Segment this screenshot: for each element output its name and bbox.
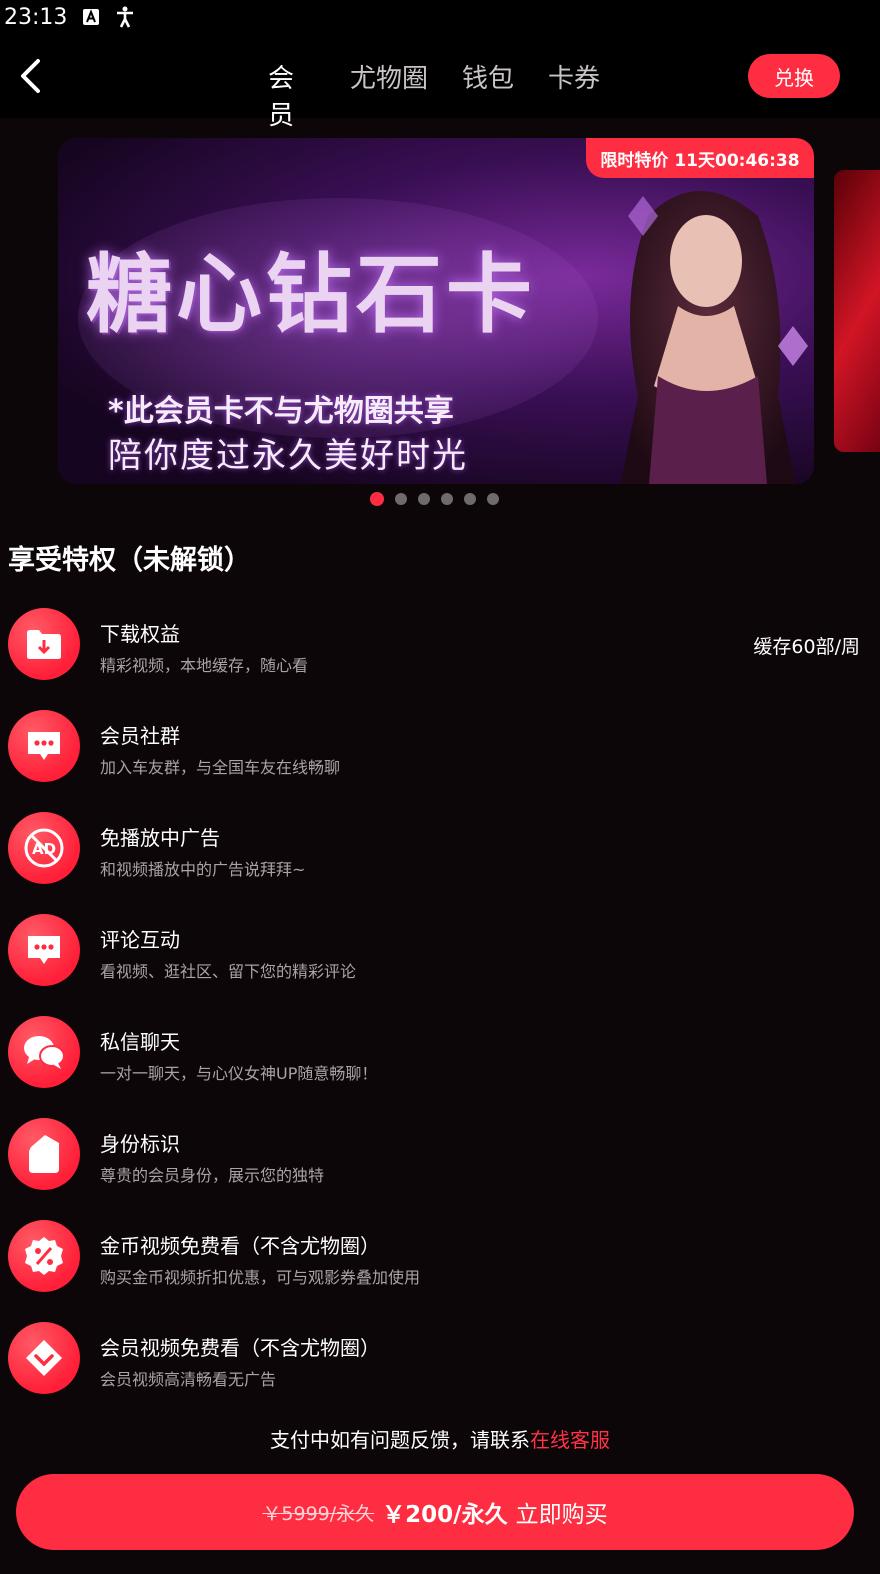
banner-carousel[interactable]: 糖心钻石卡 *此会员卡不与尤物圈共享 陪你度过永久美好时光 限时特价 11天00…	[0, 118, 880, 518]
banner-tagline: 陪你度过永久美好时光	[108, 436, 468, 476]
privilege-desc: 加入车友群，与全国车友在线畅聊	[100, 758, 341, 777]
privilege-title: 私信聊天	[100, 1030, 180, 1054]
chat-bubble-icon	[8, 710, 80, 782]
carousel-dot[interactable]	[441, 493, 453, 505]
original-price: ￥5999/永久	[262, 1502, 375, 1525]
privilege-title: 评论互动	[100, 928, 180, 952]
exchange-button[interactable]: 兑换	[748, 54, 840, 98]
back-button[interactable]	[10, 54, 50, 98]
banner-card-next[interactable]	[834, 170, 880, 452]
banner-card-diamond[interactable]: 糖心钻石卡 *此会员卡不与尤物圈共享 陪你度过永久美好时光 限时特价 11天00…	[58, 138, 814, 484]
list-item: 评论互动 看视频、逛社区、留下您的精彩评论	[0, 910, 880, 1012]
vip-diamond-icon	[8, 1322, 80, 1394]
carousel-dot[interactable]	[395, 493, 407, 505]
support-notice: 支付中如有问题反馈，请联系在线客服	[0, 1424, 880, 1453]
list-item: AD 免播放中广告 和视频播放中的广告说拜拜~	[0, 808, 880, 910]
list-item: 身份标识 尊贵的会员身份，展示您的独特	[0, 1114, 880, 1216]
buy-now-label: 立即购买	[515, 1502, 608, 1528]
accessibility-icon	[115, 6, 135, 28]
carousel-dot[interactable]	[487, 493, 499, 505]
banner-model-image	[620, 191, 808, 484]
privilege-desc: 购买金币视频折扣优惠，可与观影券叠加使用	[100, 1268, 421, 1287]
privilege-title: 身份标识	[100, 1132, 180, 1156]
wechat-icon	[8, 1016, 80, 1088]
banner-title: 糖心钻石卡	[86, 244, 536, 345]
svg-text:AD: AD	[32, 840, 56, 858]
no-ad-icon: AD	[8, 812, 80, 884]
privilege-title: 会员视频免费看（不含尤物圈）	[100, 1336, 380, 1360]
carousel-dot[interactable]	[418, 493, 430, 505]
carousel-dot[interactable]	[464, 493, 476, 505]
discount-badge-icon	[8, 1220, 80, 1292]
list-item: 会员视频免费看（不含尤物圈） 会员视频高清畅看无广告	[0, 1318, 880, 1420]
status-time: 23:13	[4, 4, 68, 30]
support-text: 支付中如有问题反馈，请联系	[270, 1428, 530, 1452]
online-service-link[interactable]: 在线客服	[530, 1428, 610, 1452]
privilege-quota: 缓存60部/周	[753, 636, 860, 658]
promo-countdown-badge: 限时特价 11天00:46:38	[586, 138, 814, 178]
carousel-dots	[370, 492, 499, 506]
privilege-desc: 和视频播放中的广告说拜拜~	[100, 860, 306, 879]
carousel-dot[interactable]	[370, 492, 384, 506]
notification-a-icon	[81, 7, 101, 27]
list-item: 下载权益 精彩视频，本地缓存，随心看 缓存60部/周	[0, 604, 880, 706]
privilege-desc: 会员视频高清畅看无广告	[100, 1370, 277, 1389]
privilege-desc: 尊贵的会员身份，展示您的独特	[100, 1166, 325, 1185]
privileges-list: 下载权益 精彩视频，本地缓存，随心看 缓存60部/周 会员社群 加入车友群，与全…	[0, 604, 880, 1420]
privileges-section-title: 享受特权（未解锁）	[8, 545, 251, 576]
sale-price: ￥200/永久	[382, 1502, 508, 1528]
privilege-title: 免播放中广告	[100, 826, 220, 850]
status-bar: 23:13	[0, 0, 880, 34]
banner-subtitle: *此会员卡不与尤物圈共享	[108, 394, 454, 429]
top-nav-bar: 会员 尤物圈 钱包 卡券 兑换	[0, 34, 880, 144]
comment-icon	[8, 914, 80, 986]
list-item: 会员社群 加入车友群，与全国车友在线畅聊	[0, 706, 880, 808]
privilege-desc: 精彩视频，本地缓存，随心看	[100, 656, 309, 675]
list-item: 金币视频免费看（不含尤物圈） 购买金币视频折扣优惠，可与观影券叠加使用	[0, 1216, 880, 1318]
privilege-title: 下载权益	[100, 622, 180, 646]
privilege-desc: 一对一聊天，与心仪女神UP随意畅聊！	[100, 1064, 378, 1083]
list-item: 私信聊天 一对一聊天，与心仪女神UP随意畅聊！	[0, 1012, 880, 1114]
privilege-title: 金币视频免费看（不含尤物圈）	[100, 1234, 380, 1258]
download-folder-icon	[8, 608, 80, 680]
identity-tag-icon	[8, 1118, 80, 1190]
privilege-desc: 看视频、逛社区、留下您的精彩评论	[100, 962, 357, 981]
buy-now-button[interactable]: ￥5999/永久 ￥200/永久 立即购买	[16, 1474, 854, 1550]
privilege-title: 会员社群	[100, 724, 180, 748]
chevron-left-icon	[21, 59, 40, 93]
